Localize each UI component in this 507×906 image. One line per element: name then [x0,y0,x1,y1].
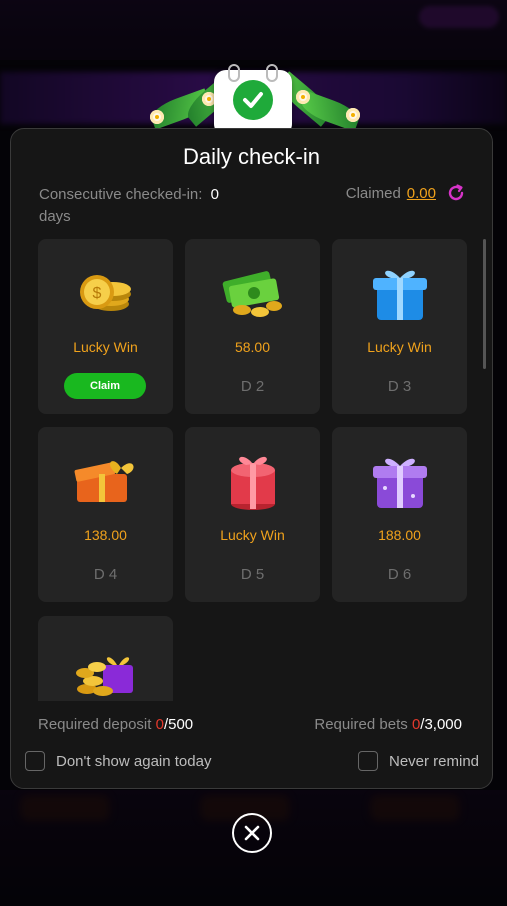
reward-day: D 5 [240,566,265,583]
required-bets: Required bets 0/3,000 [314,716,462,733]
never-remind-option[interactable]: Never remind [358,751,479,771]
orange-gift-box-icon [74,461,134,502]
consecutive-checkin: Consecutive checked-in: 0 days [39,184,249,228]
reward-card-day-3: Lucky Win D 3 [332,239,467,414]
required-bets-total: /3,000 [420,716,462,733]
reward-card-day-2: 58.00 D 2 [185,239,320,414]
dont-show-today-option[interactable]: Don't show again today [25,751,211,771]
reward-card-day-1: $ Lucky Win Claim [38,239,173,414]
reward-card-day-7 [38,616,173,701]
cash-and-coins-icon [222,271,282,317]
close-icon [244,825,260,841]
calendar-ring [266,64,278,82]
reward-amount: Lucky Win [367,339,432,355]
reward-amount: 58.00 [234,339,271,355]
consecutive-label: Consecutive checked-in: [39,186,203,203]
reward-card-day-4: 138.00 D 4 [38,427,173,602]
required-deposit-label: Required deposit [38,716,152,733]
reward-card-day-6: 188.00 D 6 [332,427,467,602]
reward-day: D 6 [387,566,412,583]
calendar-header-decoration [110,62,397,136]
reward-amount: 138.00 [84,527,127,543]
flower-decoration [346,108,360,122]
close-button[interactable] [232,813,272,853]
reward-amount: Lucky Win [73,339,138,355]
reward-amount: Lucky Win [220,527,285,543]
reward-day: D 4 [93,566,118,583]
reward-card-day-5: Lucky Win D 5 [185,427,320,602]
blue-gift-icon [373,270,427,320]
claimed-label: Claimed [345,184,401,202]
never-remind-checkbox[interactable] [358,751,378,771]
consecutive-unit: days [39,208,71,225]
purple-gift-icon [373,458,427,508]
daily-checkin-modal: Daily check-in Consecutive checked-in: 0… [10,128,493,789]
treasure-coins-gift-icon [76,657,133,696]
claim-button[interactable]: Claim [64,373,146,399]
flower-decoration [296,90,310,104]
flower-decoration [150,110,164,124]
calendar-icon [214,64,292,136]
calendar-ring [228,64,240,82]
dont-show-today-checkbox[interactable] [25,751,45,771]
dont-show-today-label: Don't show again today [56,752,212,770]
required-deposit: Required deposit 0/500 [38,716,193,733]
reward-grid: $ Lucky Win Claim 58.00 D 2 Lucky Win D … [38,239,478,701]
required-deposit-current: 0 [155,716,164,733]
reward-day: D 3 [387,378,412,395]
red-gift-icon [231,456,275,510]
gold-coins-icon: $ [80,275,131,311]
modal-title: Daily check-in [183,144,320,169]
claimed-amount: Claimed 0.00 [346,183,466,203]
svg-text:$: $ [93,285,102,302]
required-bets-label: Required bets [314,716,408,733]
claimed-value[interactable]: 0.00 [407,185,436,202]
reward-day: D 2 [240,378,265,395]
check-icon [233,80,273,120]
refresh-icon[interactable] [446,183,466,203]
consecutive-value: 0 [210,186,219,203]
reward-grid-scrollbar[interactable] [483,239,486,369]
never-remind-label: Never remind [389,752,480,770]
required-deposit-total: /500 [163,716,194,733]
reward-amount: 188.00 [378,527,421,543]
